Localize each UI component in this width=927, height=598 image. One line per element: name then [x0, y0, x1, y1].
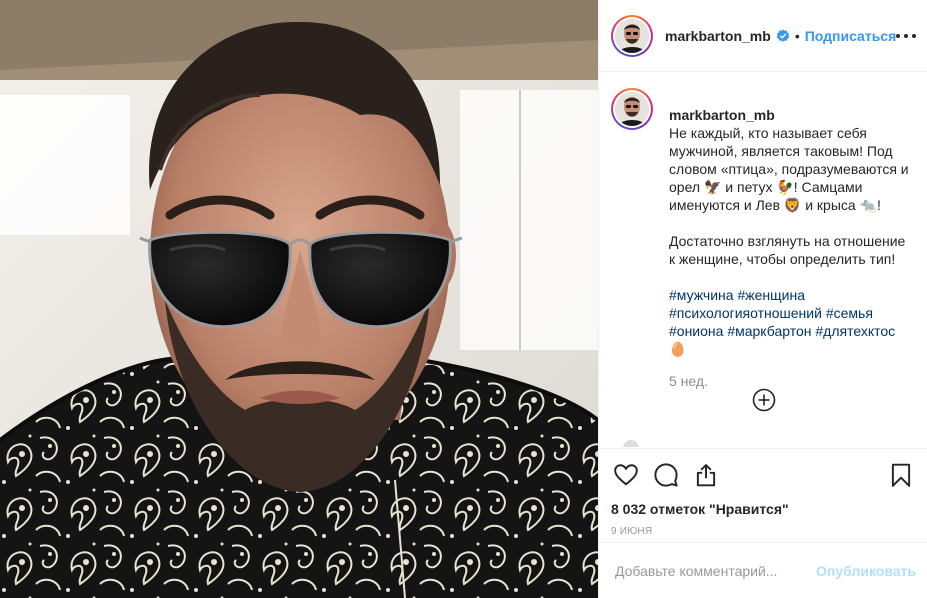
caption-body: Не каждый, кто называет себя мужчиной, я… — [669, 125, 909, 213]
hashtag-link[interactable]: #женщина — [737, 287, 805, 303]
verified-badge-icon — [776, 28, 789, 42]
caption: markbarton_mb Не каждый, кто называет се… — [611, 88, 912, 390]
action-icons — [611, 459, 916, 491]
post-date[interactable]: 9 июня — [611, 526, 916, 537]
avatar[interactable] — [611, 14, 653, 57]
comment-input[interactable] — [615, 562, 817, 579]
hashtag-link[interactable]: #ониона — [669, 323, 723, 339]
post-actions: 8 032 отметок "Нравится" 9 июня — [599, 448, 927, 537]
caption-text: markbarton_mb Не каждый, кто называет се… — [669, 88, 909, 390]
likes-count[interactable]: 8 032 отметок "Нравится" — [611, 501, 916, 517]
hashtag-link[interactable]: #психологияотношений — [669, 305, 822, 321]
add-comment-form: Опубликовать — [599, 542, 927, 598]
caption-time-ago[interactable]: 5 нед. — [669, 372, 909, 390]
avatar-image — [615, 18, 649, 53]
caption-paragraph-2: Достаточно взглянуть на отношение к женщ… — [669, 233, 906, 267]
instagram-post: markbarton_mb • Подписаться markbarton_m… — [0, 0, 927, 598]
post-side-panel: markbarton_mb • Подписаться markbarton_m… — [598, 0, 927, 598]
like-button[interactable] — [611, 460, 641, 490]
next-comment-avatar — [623, 440, 639, 447]
publish-button[interactable]: Опубликовать — [816, 563, 916, 579]
caption-paragraph-1: markbarton_mb Не каждый, кто называет се… — [669, 88, 909, 214]
separator-dot: • — [794, 27, 800, 44]
follow-button[interactable]: Подписаться — [805, 28, 897, 44]
comment-button[interactable] — [651, 460, 681, 490]
username-link[interactable]: markbarton_mb — [665, 28, 771, 44]
post-header: markbarton_mb • Подписаться — [599, 0, 927, 72]
hashtags: #мужчина #женщина #психологияотношений #… — [669, 286, 909, 358]
share-button[interactable] — [691, 460, 721, 490]
hashtag-link[interactable]: #мужчина — [669, 287, 734, 303]
heart-icon — [614, 464, 638, 486]
hashtag-link[interactable]: #семья — [826, 305, 873, 321]
more-options-icon[interactable] — [896, 26, 916, 46]
caption-avatar[interactable] — [611, 88, 653, 130]
comment-bubble-icon — [654, 463, 678, 487]
post-photo-image — [0, 0, 598, 598]
caption-username-link[interactable]: markbarton_mb — [669, 107, 775, 123]
save-button[interactable] — [886, 460, 916, 490]
plus-circle-icon[interactable] — [752, 388, 776, 412]
comments-area[interactable]: markbarton_mb Не каждый, кто называет се… — [599, 72, 927, 447]
avatar-image — [615, 92, 649, 126]
post-photo[interactable] — [0, 0, 598, 598]
hashtag-link[interactable]: #маркбартон — [727, 323, 811, 339]
bookmark-icon — [891, 463, 911, 487]
share-icon — [696, 464, 716, 487]
